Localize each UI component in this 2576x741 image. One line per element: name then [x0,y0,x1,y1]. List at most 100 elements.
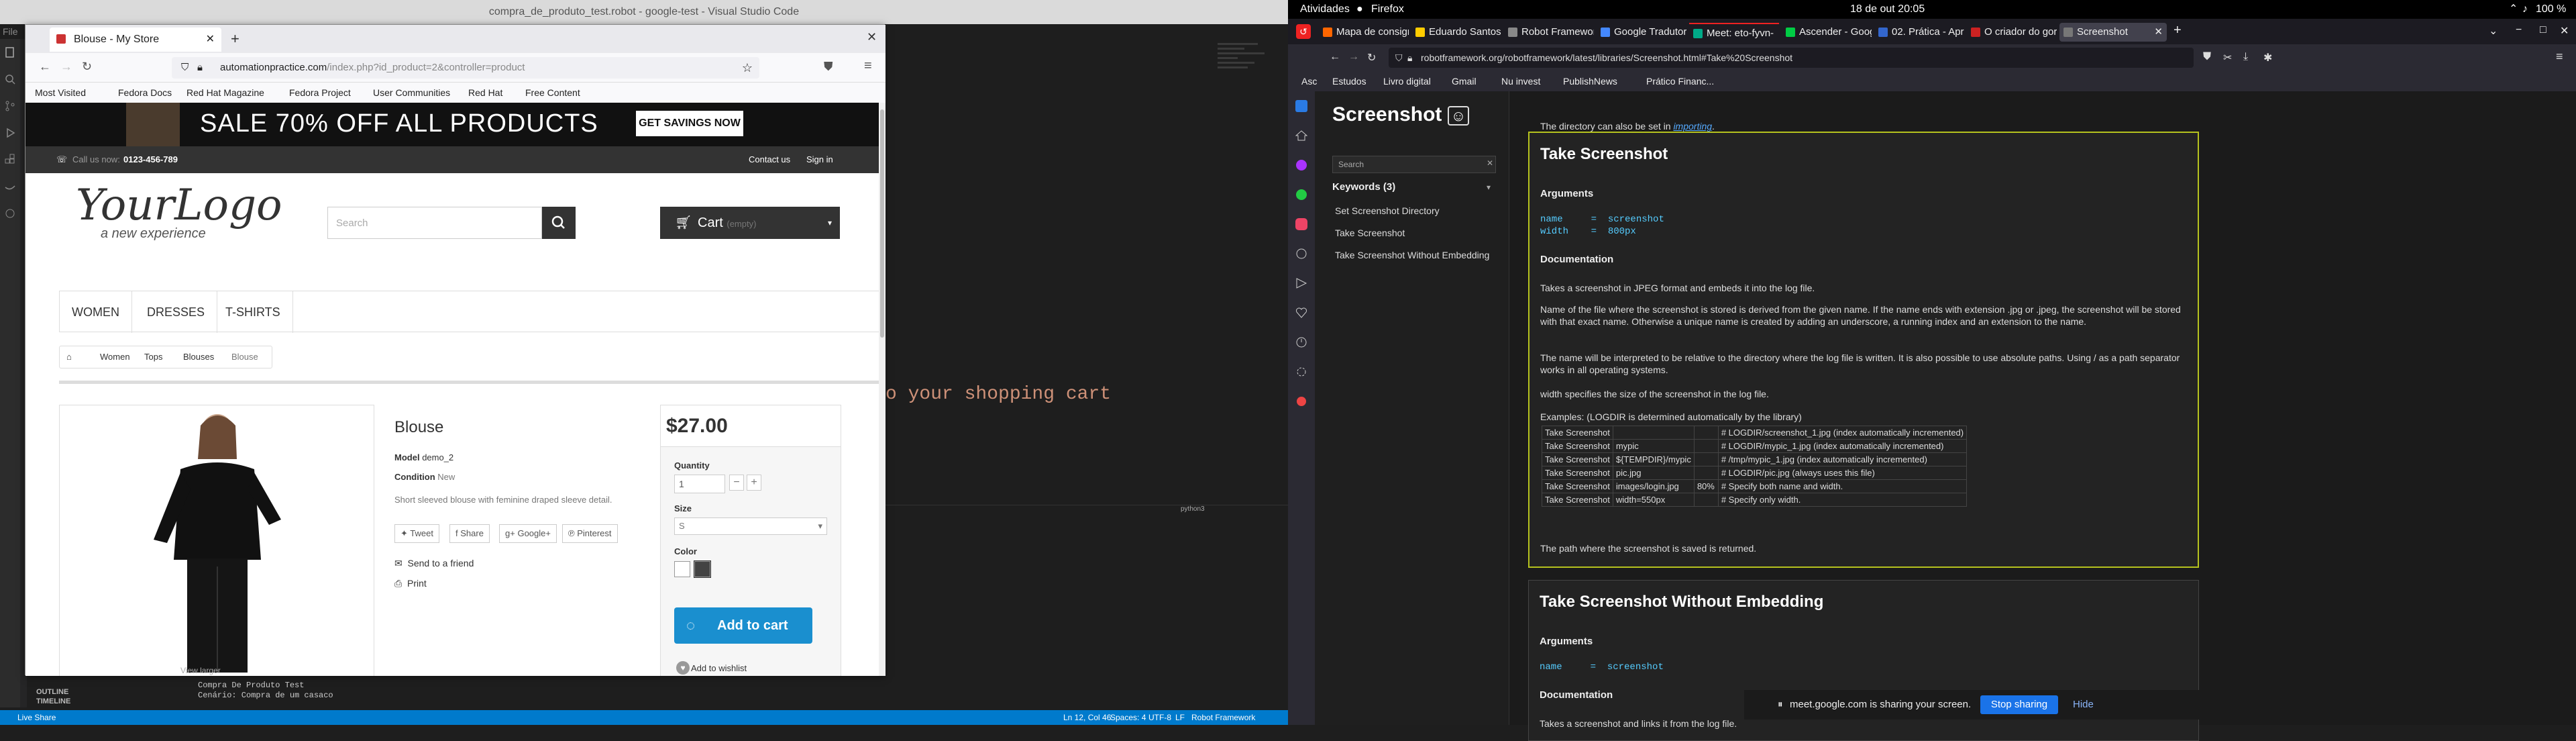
pinterest-button[interactable]: ℗ Pinterest [562,524,618,543]
quantity-minus-button[interactable]: − [729,475,744,491]
back-icon[interactable]: ← [1330,51,1340,63]
minimize-icon[interactable]: − [2516,24,2522,36]
maximize-icon[interactable]: □ [2540,24,2546,36]
tab-meet[interactable]: Meet: eto-fyvn- [1689,23,1779,42]
sidebar-settings-icon[interactable] [1288,357,1315,387]
theme-toggle-icon[interactable]: ☺ [1447,106,1470,126]
keyword-search-input[interactable]: Search [1332,156,1496,173]
store-search-button[interactable] [542,207,576,239]
explorer-icon[interactable] [0,39,20,66]
menu-icon[interactable]: ≡ [864,58,872,74]
tab-close-icon[interactable]: ✕ [2154,23,2163,42]
cart-block[interactable]: 🛒︎ Cart (empty) ▾ [660,207,840,239]
bookmark-item[interactable]: Asc [1301,71,1317,91]
sort-icon[interactable]: ▾ [1487,183,1491,192]
clock[interactable]: 18 de out 20:05 [1850,0,1925,19]
terminal-python-label[interactable]: python3 [1181,505,1205,513]
remote-icon[interactable] [0,200,20,227]
sidebar-instagram-icon[interactable] [1288,209,1315,239]
home-icon[interactable]: ⌂ [66,346,72,368]
quantity-input[interactable]: 1 [674,475,725,493]
search-icon[interactable] [0,66,20,93]
bookmark-item[interactable]: PublishNews [1563,71,1617,91]
bookmark-item[interactable]: Estudos [1332,71,1366,91]
minimap[interactable] [1218,40,1281,389]
bookmark-item[interactable]: Prático Financ... [1646,71,1714,91]
menu-icon[interactable]: ≡ [2556,50,2563,64]
product-image[interactable]: View larger [59,405,374,676]
reload-icon[interactable]: ↻ [82,60,92,74]
keyword-link-take-screenshot[interactable]: Take Screenshot [1335,228,1405,238]
status-position[interactable]: Ln 12, Col 46 [1063,710,1111,725]
bookmark-item[interactable]: Most Visited [35,83,86,103]
send-to-friend-link[interactable]: ✉ Send to a friend [394,558,474,569]
tab-tradutor[interactable]: Google Tradutor [1597,23,1686,42]
back-icon[interactable]: ← [39,60,51,74]
network-icon[interactable]: ⌃ [2509,0,2518,19]
sidebar-messenger-icon[interactable] [1288,150,1315,180]
google-plus-button[interactable]: g+ Google+ [499,524,557,543]
bookmark-item[interactable]: Fedora Docs [118,83,172,103]
tab-pratica[interactable]: 02. Prática - Apren [1874,23,1964,42]
importing-link[interactable]: importing [1673,121,1712,132]
sidebar-whatsapp-icon[interactable] [1288,180,1315,209]
view-larger-label[interactable]: View larger [180,666,221,675]
keyword-link-set-directory[interactable]: Set Screenshot Directory [1335,205,1440,216]
pocket-icon[interactable]: ⛊ [2203,51,2211,63]
extensions-icon[interactable]: ✱ [2263,51,2272,64]
bookmark-item[interactable]: Gmail [1452,71,1477,91]
bookmark-item[interactable]: Fedora Project [289,83,351,103]
signin-link[interactable]: Sign in [806,146,833,173]
shield-icon[interactable]: ⛉ [1395,48,1403,68]
keyword-link-take-screenshot-without-embedding[interactable]: Take Screenshot Without Embedding [1335,250,1489,260]
menu-women[interactable]: WOMEN [60,291,132,333]
sidebar-home-icon[interactable] [1288,121,1315,150]
tab-mapa[interactable]: Mapa de consigna [1319,23,1409,42]
size-select[interactable]: S ▾ [674,517,827,535]
bookmark-item[interactable]: Red Hat Magazine [186,83,264,103]
print-link[interactable]: ⎙ Print [394,578,427,589]
popup-scrollbar[interactable] [879,103,885,676]
extensions-icon[interactable] [0,146,20,173]
status-language[interactable]: Robot Framework [1191,710,1255,725]
popup-tab[interactable]: Blouse - My Store ✕ [50,28,221,52]
tweet-button[interactable]: ✦ Tweet [394,524,439,543]
app-menu[interactable]: Firefox [1371,0,1404,19]
lock-icon[interactable]: 🔒︎ [197,57,203,79]
downloads-icon[interactable]: ⤓ [2243,51,2248,63]
docker-icon[interactable] [0,173,20,200]
tab-ascender[interactable]: Ascender - Google [1782,23,1872,42]
get-savings-button[interactable]: GET SAVINGS NOW [636,111,743,136]
pocket-icon[interactable]: ⛊ [824,60,833,74]
menu-dresses[interactable]: DRESSES [135,291,218,333]
forward-icon[interactable]: → [1348,51,1359,63]
menu-tshirts[interactable]: T-SHIRTS [213,291,293,333]
hide-button[interactable]: Hide [2073,690,2094,720]
status-spaces[interactable]: Spaces: 4 [1110,710,1146,725]
shield-icon[interactable]: ⛉ [181,57,189,79]
bookmark-item[interactable]: Free Content [525,83,580,103]
tab-screenshot[interactable]: Screenshot ✕ [2059,23,2167,42]
reload-icon[interactable]: ↻ [1367,51,1376,64]
sidebar-clock-icon[interactable] [1288,328,1315,357]
terminal[interactable]: Compra De Produto Test =================… [198,681,869,707]
store-logo[interactable]: YourLogo [76,183,282,228]
lock-icon[interactable]: 🔒︎ [1407,48,1412,68]
close-icon[interactable]: ✕ [2560,24,2569,38]
menu-file[interactable]: File [0,24,27,39]
tab-robot[interactable]: Robot Framework [1504,23,1594,42]
run-debug-icon[interactable] [0,119,20,146]
tab-close-icon[interactable]: ✕ [206,28,215,52]
new-tab-icon[interactable]: + [231,30,239,48]
list-tabs-icon[interactable]: ⌄ [2489,24,2498,38]
source-control-icon[interactable] [0,93,20,119]
breadcrumb-item[interactable]: Women [100,346,130,368]
forward-icon[interactable]: → [60,60,72,74]
status-live-share[interactable]: Live Share [17,710,56,725]
firefox-view-icon[interactable]: ↺ [1296,24,1311,39]
activities-button[interactable]: Atividades [1300,0,1350,19]
battery-label[interactable]: 100 % [2536,0,2566,19]
url-field[interactable]: ⛉ 🔒︎ robotframework.org/robotframework/l… [1389,48,2194,68]
clear-search-icon[interactable]: ✕ [1487,158,1493,168]
contact-link[interactable]: Contact us [749,146,790,173]
